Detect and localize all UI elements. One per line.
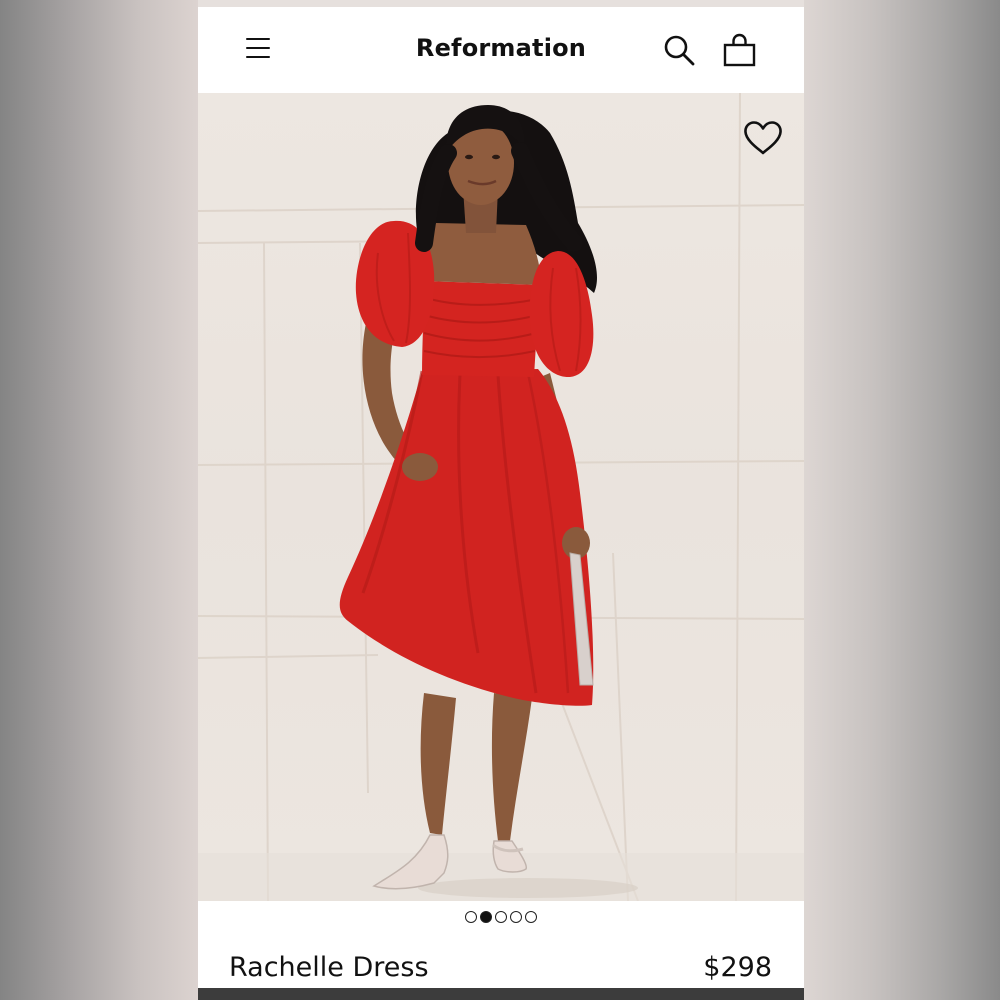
product-name: Rachelle Dress	[229, 952, 429, 983]
product-price: $298	[703, 952, 772, 983]
shopping-bag-icon[interactable]	[722, 33, 758, 69]
carousel-dot-active[interactable]	[480, 911, 492, 923]
carousel-indicators	[198, 911, 804, 927]
status-strip	[198, 0, 804, 7]
search-icon[interactable]	[662, 33, 696, 67]
brand-logo[interactable]: Reformation	[198, 34, 804, 62]
site-header: Reformation	[198, 7, 804, 93]
model-photo	[198, 93, 804, 901]
mobile-screen: Reformation Rachelle Dress $298	[198, 0, 804, 1000]
carousel-dot[interactable]	[465, 911, 477, 923]
carousel-dot[interactable]	[525, 911, 537, 923]
left-backdrop	[0, 0, 198, 1000]
heart-icon[interactable]	[742, 119, 784, 157]
product-image[interactable]	[198, 93, 804, 901]
bottom-bar	[198, 988, 804, 1000]
right-backdrop	[804, 0, 1000, 1000]
carousel-dot[interactable]	[495, 911, 507, 923]
carousel-dot[interactable]	[510, 911, 522, 923]
